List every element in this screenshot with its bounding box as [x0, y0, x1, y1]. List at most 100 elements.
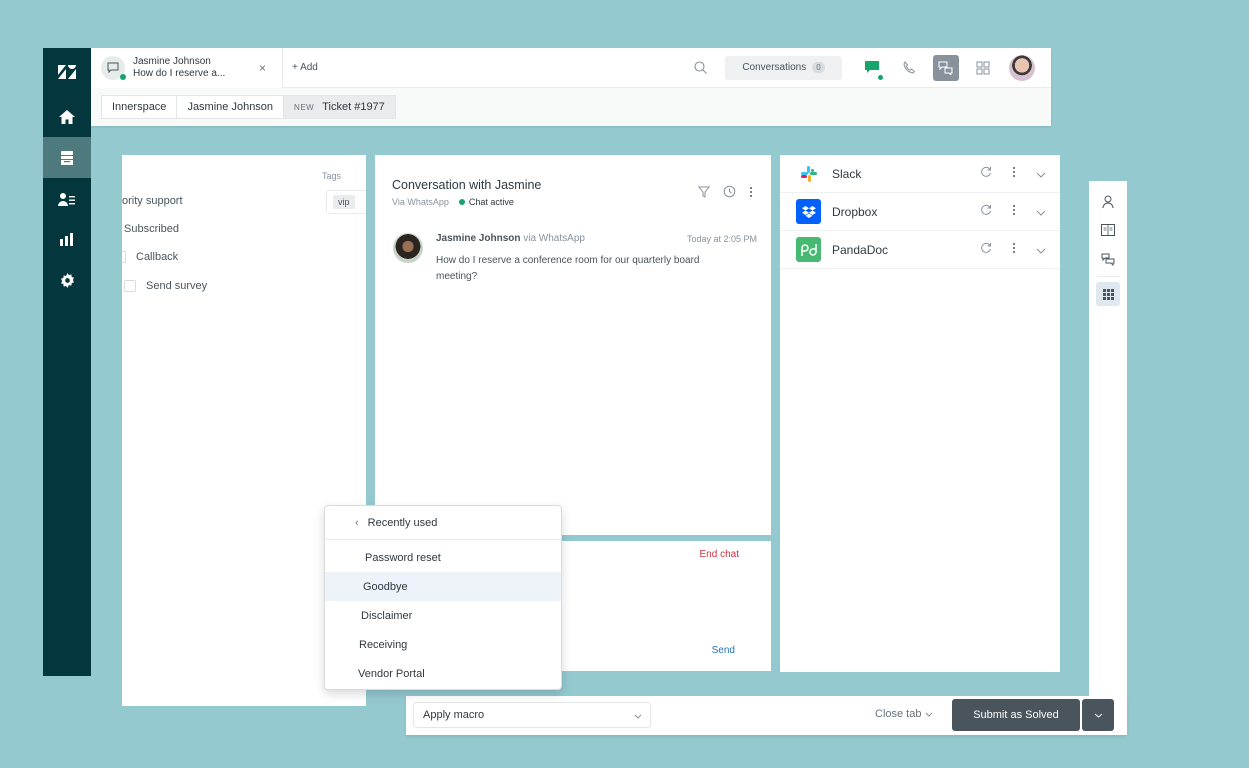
checkbox-label: Callback — [136, 251, 179, 263]
top-bar: Jasmine Johnson How do I reserve a... × … — [91, 47, 1051, 126]
end-chat-button[interactable]: End chat — [700, 549, 739, 560]
close-tab-icon[interactable]: × — [259, 61, 266, 75]
status-dot — [458, 199, 465, 205]
app-name: Slack — [832, 166, 862, 181]
more-options-icon[interactable] — [1012, 241, 1016, 259]
send-button[interactable]: Send — [712, 645, 735, 656]
chat-bubbles-icon — [938, 61, 953, 75]
chat-bubbles-icon — [1101, 253, 1115, 266]
ticket-footer: Apply macro Close tab Submit as Solved — [406, 696, 1127, 735]
conversations-button[interactable]: Conversations 0 — [725, 55, 842, 80]
checkbox[interactable] — [122, 251, 126, 263]
macro-menu: ‹ Recently used Password reset Goodbye D… — [324, 505, 562, 690]
apps-button[interactable] — [1096, 282, 1120, 306]
nav-admin[interactable] — [43, 260, 91, 301]
field-label: ority support — [122, 195, 183, 207]
tag-chip[interactable]: vip — [333, 195, 355, 209]
product-tray-icon[interactable] — [970, 55, 996, 81]
nav-customers[interactable] — [43, 178, 91, 219]
macro-menu-item[interactable]: Receiving — [325, 630, 561, 659]
conversations-context-button[interactable] — [1096, 247, 1120, 271]
slack-icon — [796, 161, 821, 186]
knowledge-button[interactable] — [1096, 218, 1120, 242]
chat-bubble-icon — [101, 55, 126, 80]
chat-icon — [864, 60, 879, 73]
refresh-icon[interactable] — [980, 241, 992, 259]
app-row-slack[interactable]: Slack — [780, 155, 1060, 193]
breadcrumb: Innerspace Jasmine Johnson NEW Ticket #1… — [91, 88, 1051, 126]
checkbox-callback[interactable]: Callback — [122, 251, 178, 263]
chevron-left-icon: ‹ — [355, 516, 359, 529]
nav-reporting[interactable] — [43, 219, 91, 260]
add-tab-button[interactable]: + Add — [292, 62, 318, 73]
zendesk-logo-icon[interactable] — [43, 48, 91, 96]
tab-subject: How do I reserve a... — [133, 67, 226, 79]
breadcrumb-user[interactable]: Jasmine Johnson — [176, 95, 285, 119]
macro-menu-item[interactable]: Password reset — [325, 543, 561, 572]
macro-menu-item[interactable]: Vendor Portal — [325, 659, 561, 688]
filter-icon[interactable] — [697, 185, 711, 203]
conversations-panel-button[interactable] — [933, 54, 959, 81]
refresh-icon[interactable] — [980, 165, 992, 183]
close-tab-label: Close tab — [875, 708, 922, 720]
close-tab-dropdown[interactable]: Close tab — [875, 708, 933, 720]
tags-label: Tags — [322, 171, 342, 181]
macro-menu-item[interactable]: Goodbye — [325, 572, 561, 601]
left-nav — [43, 48, 91, 676]
requester-avatar — [393, 233, 423, 263]
user-avatar[interactable] — [1009, 54, 1035, 81]
nav-home[interactable] — [43, 96, 91, 137]
chevron-down-icon[interactable] — [1036, 165, 1046, 183]
more-options-icon[interactable] — [749, 185, 753, 203]
inbox-icon — [61, 150, 73, 165]
book-icon — [1101, 224, 1115, 236]
chat-status-label: Chat active — [468, 197, 514, 207]
message-header: Jasmine Johnson via WhatsApp — [436, 233, 585, 244]
phone-icon[interactable] — [896, 55, 922, 81]
apps-grid-icon — [1102, 288, 1114, 300]
app-row-dropbox[interactable]: Dropbox — [780, 193, 1060, 231]
conversation-title: Conversation with Jasmine — [392, 178, 542, 192]
breadcrumb-ticket[interactable]: NEW Ticket #1977 — [283, 95, 396, 119]
apply-macro-label: Apply macro — [423, 709, 485, 721]
app-row-pandadoc[interactable]: PandaDoc — [780, 231, 1060, 269]
refresh-icon[interactable] — [980, 203, 992, 221]
apps-panel: Slack Dropbox PandaDoc — [780, 155, 1060, 672]
checkbox[interactable] — [124, 280, 136, 292]
tab-requester-name: Jasmine Johnson — [133, 55, 211, 67]
chevron-down-icon — [1094, 713, 1102, 718]
conversation-panel: Conversation with Jasmine Via WhatsApp C… — [375, 155, 771, 535]
gear-icon — [60, 273, 74, 288]
macro-menu-header: Recently used — [367, 516, 438, 529]
chevron-down-icon — [634, 710, 642, 722]
chevron-down-icon[interactable] — [1036, 241, 1046, 259]
app-name: Dropbox — [832, 204, 878, 219]
history-icon[interactable] — [723, 185, 736, 203]
chevron-down-icon — [926, 712, 933, 717]
message-author: Jasmine Johnson — [436, 233, 521, 244]
more-options-icon[interactable] — [1012, 203, 1016, 221]
divider — [1096, 276, 1120, 277]
checkbox-send-survey[interactable]: Send survey — [124, 280, 207, 292]
pandadoc-icon — [796, 237, 821, 262]
online-status-dot — [877, 73, 884, 81]
macro-menu-back[interactable]: ‹ Recently used — [325, 506, 561, 540]
ticket-tab[interactable]: Jasmine Johnson How do I reserve a... × — [91, 47, 283, 88]
more-options-icon[interactable] — [1012, 165, 1016, 183]
submit-as-solved-button[interactable]: Submit as Solved — [952, 699, 1080, 731]
field-priority-support[interactable]: ority support — [122, 195, 183, 207]
chevron-down-icon[interactable] — [1036, 203, 1046, 221]
tags-input[interactable]: vip — [326, 190, 366, 214]
customer-context-button[interactable] — [1096, 189, 1120, 213]
macro-menu-item[interactable]: Disclaimer — [325, 601, 561, 630]
breadcrumb-organization[interactable]: Innerspace — [101, 95, 178, 119]
user-list-icon — [58, 192, 75, 206]
submit-options-button[interactable] — [1082, 699, 1114, 731]
nav-views[interactable] — [43, 137, 91, 178]
messaging-status-button[interactable] — [859, 55, 885, 81]
apply-macro-dropdown[interactable]: Apply macro — [413, 702, 651, 728]
field-label: Subscribed — [124, 223, 180, 235]
message-timestamp: Today at 2:05 PM — [686, 234, 757, 244]
field-subscribed[interactable]: Subscribed — [124, 223, 179, 235]
search-icon[interactable] — [687, 55, 713, 81]
